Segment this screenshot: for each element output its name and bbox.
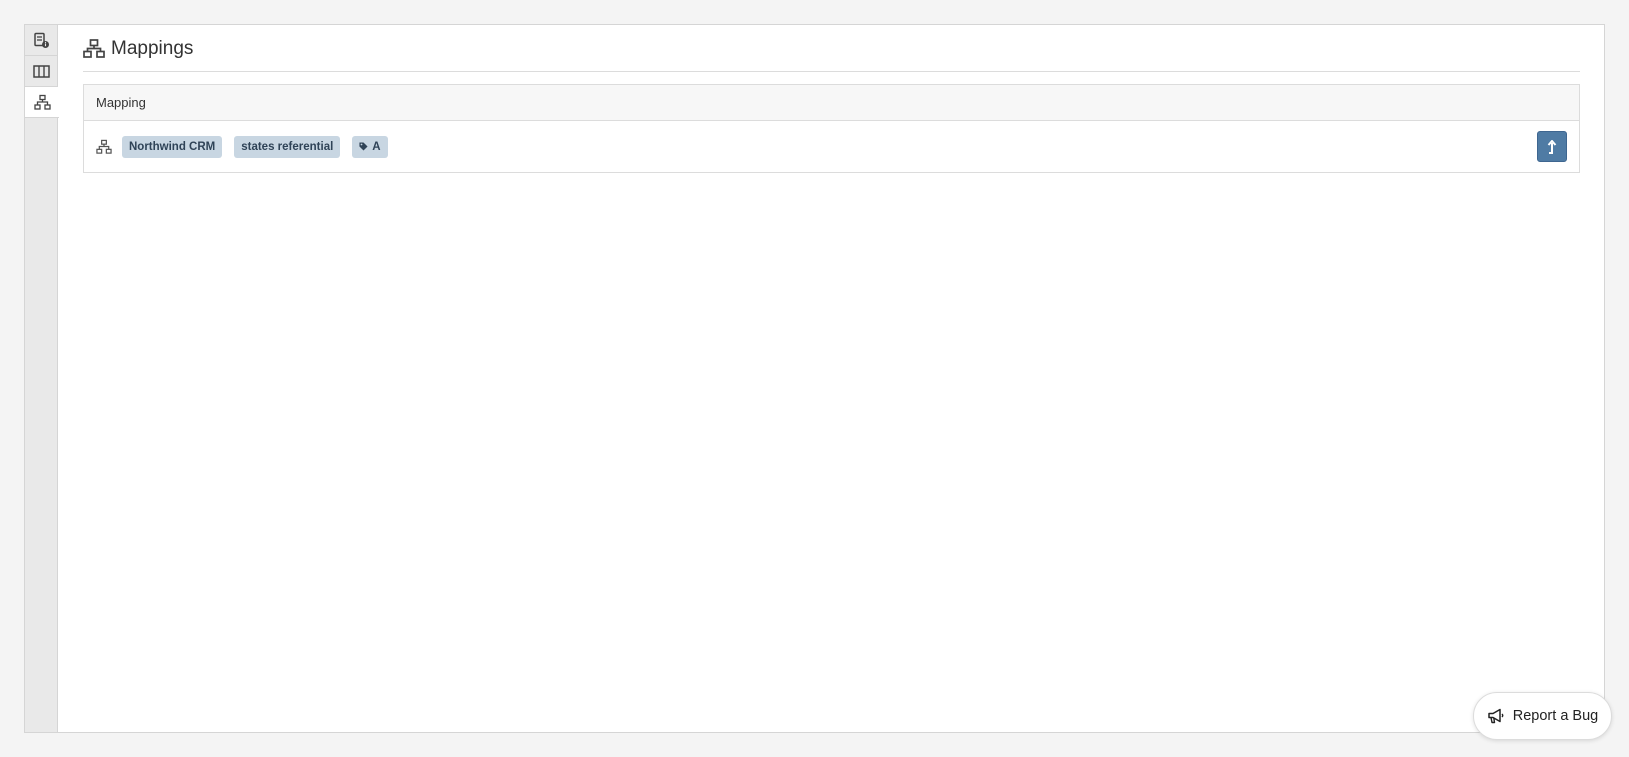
bullhorn-icon bbox=[1488, 708, 1504, 724]
tag-label: states referential bbox=[241, 140, 334, 153]
sidebar-tab-info[interactable] bbox=[25, 25, 58, 56]
table-row: Northwind CRM states referential A bbox=[84, 121, 1579, 172]
page-header: Mappings bbox=[83, 25, 1580, 72]
sitemap-icon bbox=[96, 139, 112, 154]
columns-icon bbox=[33, 64, 50, 78]
page-title: Mappings bbox=[111, 38, 194, 59]
column-header-mapping: Mapping bbox=[96, 95, 146, 110]
tag-icon bbox=[359, 142, 368, 151]
tag-version[interactable]: A bbox=[352, 135, 388, 158]
sitemap-icon bbox=[83, 39, 105, 58]
tag-source[interactable]: Northwind CRM bbox=[122, 135, 223, 158]
report-bug-label: Report a Bug bbox=[1512, 708, 1599, 724]
main-content: Mappings Mapping Northwind CRM states re… bbox=[83, 25, 1580, 732]
table-header: Mapping bbox=[84, 85, 1579, 121]
tag-label: A bbox=[372, 140, 381, 153]
document-info-icon bbox=[34, 32, 49, 48]
open-mapping-button[interactable] bbox=[1537, 131, 1567, 162]
mappings-table: Mapping Northwind CRM states referential bbox=[83, 84, 1580, 173]
tag-label: Northwind CRM bbox=[129, 140, 216, 153]
sidebar bbox=[25, 25, 59, 732]
sidebar-tab-columns[interactable] bbox=[25, 56, 58, 87]
report-bug-button[interactable]: Report a Bug bbox=[1473, 692, 1612, 740]
sitemap-icon bbox=[33, 94, 51, 110]
app-frame: Mappings Mapping Northwind CRM states re… bbox=[24, 24, 1605, 733]
sidebar-tab-mappings[interactable] bbox=[25, 87, 59, 118]
tag-referential[interactable]: states referential bbox=[234, 135, 341, 158]
level-up-arrow-icon bbox=[1547, 139, 1557, 154]
